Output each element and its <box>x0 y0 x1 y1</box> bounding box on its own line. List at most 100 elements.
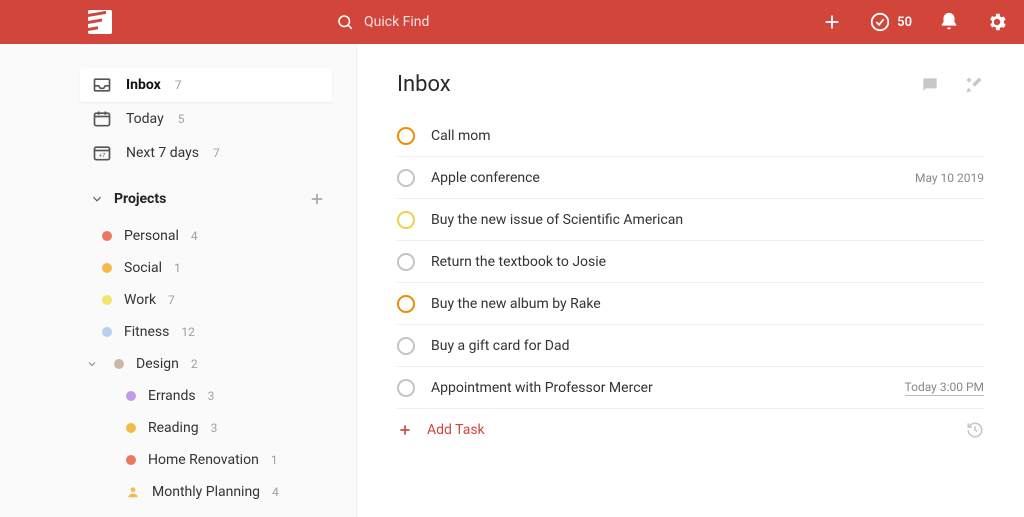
task-row[interactable]: Apple conference May 10 2019 <box>397 157 984 199</box>
task-row[interactable]: Buy a gift card for Dad <box>397 325 984 367</box>
project-color-dot <box>114 359 124 369</box>
main-header: Inbox <box>397 72 984 97</box>
chevron-down-icon <box>86 358 98 370</box>
subproject-item[interactable]: Errands 3 <box>80 380 332 412</box>
project-count: 2 <box>191 357 198 371</box>
task-checkbox[interactable] <box>397 127 415 145</box>
project-item[interactable]: Work 7 <box>80 284 332 316</box>
project-item[interactable]: Fitness 12 <box>80 316 332 348</box>
projects-list: Personal 4 Social 1 Work 7 Fitness 12 Design 2 <box>80 220 356 380</box>
project-name: Personal <box>124 228 179 244</box>
task-checkbox[interactable] <box>397 253 415 271</box>
project-name: Monthly Planning <box>152 484 260 500</box>
filter-next7[interactable]: +7 Next 7 days 7 <box>80 136 332 170</box>
project-count: 3 <box>211 421 218 435</box>
project-name: Reading <box>148 420 199 436</box>
projects-title: Projects <box>114 191 308 207</box>
plus-icon <box>397 422 413 438</box>
person-icon <box>126 485 140 499</box>
subproject-item[interactable]: Reading 3 <box>80 412 332 444</box>
task-checkbox[interactable] <box>397 295 415 313</box>
chevron-down-icon <box>90 192 104 206</box>
subproject-item[interactable]: Monthly Planning 4 <box>80 476 332 508</box>
project-item[interactable]: Personal 4 <box>80 220 332 252</box>
history-icon[interactable] <box>966 421 984 439</box>
karma-button[interactable]: 50 <box>869 11 912 33</box>
task-title: Call mom <box>431 128 984 144</box>
project-color-dot <box>102 263 112 273</box>
task-row[interactable]: Call mom <box>397 115 984 157</box>
task-row[interactable]: Buy the new issue of Scientific American <box>397 199 984 241</box>
task-row[interactable]: Buy the new album by Rake <box>397 283 984 325</box>
filter-today[interactable]: Today 5 <box>80 102 332 136</box>
project-count: 3 <box>208 389 215 403</box>
task-title: Buy the new issue of Scientific American <box>431 212 984 228</box>
search-icon <box>336 13 354 31</box>
tools-icon[interactable] <box>964 75 984 95</box>
task-title: Apple conference <box>431 170 899 186</box>
task-date[interactable]: May 10 2019 <box>915 171 984 185</box>
project-count: 12 <box>181 325 195 339</box>
subprojects-list: Errands 3 Reading 3 Home Renovation 1 Monthly … <box>80 380 356 508</box>
calendar-today-icon <box>92 109 112 129</box>
karma-count: 50 <box>897 15 912 30</box>
project-color-dot <box>126 391 136 401</box>
project-name: Errands <box>148 388 196 404</box>
project-color-dot <box>102 231 112 241</box>
notifications-button[interactable] <box>938 11 960 33</box>
filter-label: Today <box>126 111 164 127</box>
filter-count: 7 <box>213 146 220 160</box>
settings-button[interactable] <box>986 11 1008 33</box>
project-name: Design <box>136 356 179 372</box>
project-item[interactable]: Design 2 <box>80 348 332 380</box>
filter-label: Next 7 days <box>126 145 199 161</box>
project-color-dot <box>126 455 136 465</box>
app-logo[interactable] <box>88 10 112 34</box>
svg-text:+7: +7 <box>99 153 106 159</box>
project-count: 1 <box>271 453 278 467</box>
filter-count: 7 <box>175 78 182 92</box>
search-input[interactable] <box>364 14 664 30</box>
project-count: 1 <box>174 261 181 275</box>
add-task-label: Add Task <box>427 422 485 438</box>
project-count: 4 <box>272 485 279 499</box>
project-name: Work <box>124 292 156 308</box>
task-row[interactable]: Return the textbook to Josie <box>397 241 984 283</box>
add-task-button[interactable]: Add Task <box>397 409 984 451</box>
task-checkbox[interactable] <box>397 337 415 355</box>
filter-inbox[interactable]: Inbox 7 <box>80 68 332 102</box>
project-color-dot <box>102 327 112 337</box>
project-name: Fitness <box>124 324 169 340</box>
task-title: Appointment with Professor Mercer <box>431 380 889 396</box>
project-count: 7 <box>168 293 175 307</box>
quick-add-button[interactable] <box>821 11 843 33</box>
project-count: 4 <box>191 229 198 243</box>
add-project-button[interactable] <box>308 190 326 208</box>
inbox-icon <box>92 75 112 95</box>
page-title: Inbox <box>397 72 896 97</box>
task-date[interactable]: Today 3:00 PM <box>905 380 984 396</box>
comment-icon[interactable] <box>920 75 940 95</box>
task-title: Buy the new album by Rake <box>431 296 984 312</box>
filter-count: 5 <box>178 112 185 126</box>
task-title: Buy a gift card for Dad <box>431 338 984 354</box>
task-list: Call mom Apple conference May 10 2019 Buy t… <box>397 115 984 409</box>
subproject-item[interactable]: Home Renovation 1 <box>80 444 332 476</box>
calendar-week-icon: +7 <box>92 143 112 163</box>
search[interactable] <box>336 13 821 31</box>
project-name: Social <box>124 260 162 276</box>
projects-header[interactable]: Projects <box>80 184 332 214</box>
filter-label: Inbox <box>126 77 161 93</box>
task-checkbox[interactable] <box>397 211 415 229</box>
project-item[interactable]: Social 1 <box>80 252 332 284</box>
sidebar: Inbox 7 Today 5 +7 Next 7 days 7 Project… <box>0 44 357 517</box>
project-color-dot <box>126 423 136 433</box>
task-checkbox[interactable] <box>397 169 415 187</box>
topbar-actions: 50 <box>821 11 1008 33</box>
task-title: Return the textbook to Josie <box>431 254 984 270</box>
task-checkbox[interactable] <box>397 379 415 397</box>
task-row[interactable]: Appointment with Professor Mercer Today 3… <box>397 367 984 409</box>
project-color-dot <box>102 295 112 305</box>
project-name: Home Renovation <box>148 452 259 468</box>
main: Inbox Call mom Apple conference May 10 201… <box>357 44 1024 517</box>
